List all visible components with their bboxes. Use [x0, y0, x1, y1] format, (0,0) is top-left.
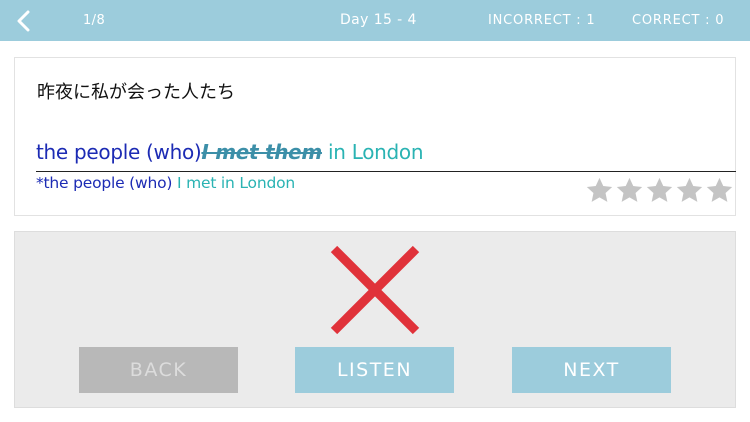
star-icon[interactable] — [585, 176, 614, 205]
rating-stars[interactable] — [585, 176, 734, 205]
incorrect-x-icon — [330, 245, 420, 335]
correct-answer: *the people (who) I met in London — [36, 174, 295, 192]
lesson-title: Day 15 - 4 — [340, 12, 417, 28]
back-button[interactable]: BACK — [79, 347, 238, 393]
answer-underline — [36, 171, 736, 172]
user-answer: the people (who)I met them in London — [36, 140, 424, 164]
progress-counter: 1/8 — [83, 13, 106, 28]
top-bar: 1/8 Day 15 - 4 INCORRECT : 1 CORRECT : 0 — [0, 0, 750, 41]
correction-prefix: *the people (who) — [36, 174, 173, 192]
listen-button[interactable]: LISTEN — [295, 347, 454, 393]
star-icon[interactable] — [705, 176, 734, 205]
question-card: 昨夜に私が会った人たち the people (who)I met them i… — [14, 57, 736, 216]
star-icon[interactable] — [675, 176, 704, 205]
answer-part-2: in London — [321, 140, 424, 164]
correction-rest: I met in London — [172, 174, 296, 192]
japanese-prompt: 昨夜に私が会った人たち — [37, 82, 235, 103]
next-button[interactable]: NEXT — [512, 347, 671, 393]
chevron-left-icon — [15, 10, 31, 32]
correct-count: CORRECT : 0 — [632, 13, 725, 28]
star-icon[interactable] — [615, 176, 644, 205]
star-icon[interactable] — [645, 176, 674, 205]
answer-part-1: the people (who) — [36, 140, 202, 164]
incorrect-count: INCORRECT : 1 — [488, 13, 596, 28]
answer-struck-text: I met them — [201, 140, 322, 164]
back-arrow-button[interactable] — [0, 0, 46, 41]
